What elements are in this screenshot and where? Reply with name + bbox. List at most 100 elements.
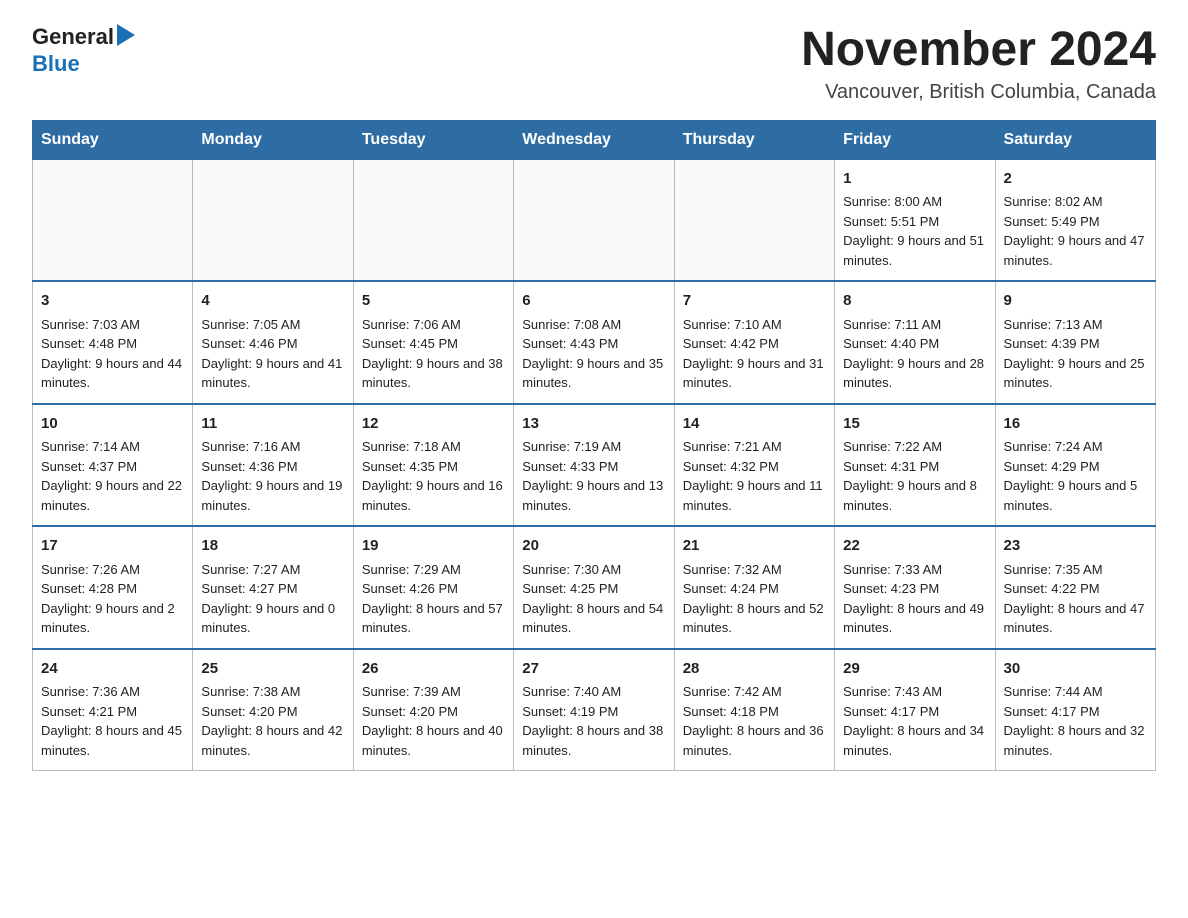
day-number: 28 (683, 658, 826, 681)
calendar-cell: 10Sunrise: 7:14 AM Sunset: 4:37 PM Dayli… (33, 404, 193, 527)
calendar-cell: 23Sunrise: 7:35 AM Sunset: 4:22 PM Dayli… (995, 526, 1155, 649)
day-number: 25 (201, 658, 344, 681)
calendar-table: SundayMondayTuesdayWednesdayThursdayFrid… (32, 120, 1156, 772)
day-info: Sunrise: 7:16 AM Sunset: 4:36 PM Dayligh… (201, 437, 344, 515)
calendar-cell: 30Sunrise: 7:44 AM Sunset: 4:17 PM Dayli… (995, 649, 1155, 771)
day-number: 22 (843, 535, 986, 558)
calendar-row: 1Sunrise: 8:00 AM Sunset: 5:51 PM Daylig… (33, 159, 1156, 281)
day-info: Sunrise: 7:33 AM Sunset: 4:23 PM Dayligh… (843, 560, 986, 638)
day-info: Sunrise: 7:42 AM Sunset: 4:18 PM Dayligh… (683, 682, 826, 760)
day-number: 16 (1004, 413, 1147, 436)
day-info: Sunrise: 7:35 AM Sunset: 4:22 PM Dayligh… (1004, 560, 1147, 638)
weekday-header-friday: Friday (835, 120, 995, 159)
calendar-cell: 5Sunrise: 7:06 AM Sunset: 4:45 PM Daylig… (353, 281, 513, 404)
day-number: 1 (843, 168, 986, 191)
calendar-cell: 7Sunrise: 7:10 AM Sunset: 4:42 PM Daylig… (674, 281, 834, 404)
day-number: 11 (201, 413, 344, 436)
calendar-cell (193, 159, 353, 281)
calendar-cell: 9Sunrise: 7:13 AM Sunset: 4:39 PM Daylig… (995, 281, 1155, 404)
day-number: 29 (843, 658, 986, 681)
day-info: Sunrise: 7:40 AM Sunset: 4:19 PM Dayligh… (522, 682, 665, 760)
calendar-cell: 14Sunrise: 7:21 AM Sunset: 4:32 PM Dayli… (674, 404, 834, 527)
calendar-cell: 26Sunrise: 7:39 AM Sunset: 4:20 PM Dayli… (353, 649, 513, 771)
logo-blue: Blue (32, 51, 80, 77)
calendar-cell (353, 159, 513, 281)
logo-triangle-icon (117, 24, 135, 46)
day-number: 10 (41, 413, 184, 436)
calendar-cell: 6Sunrise: 7:08 AM Sunset: 4:43 PM Daylig… (514, 281, 674, 404)
day-info: Sunrise: 7:18 AM Sunset: 4:35 PM Dayligh… (362, 437, 505, 515)
day-info: Sunrise: 7:06 AM Sunset: 4:45 PM Dayligh… (362, 315, 505, 393)
day-number: 9 (1004, 290, 1147, 313)
day-number: 24 (41, 658, 184, 681)
calendar-cell (33, 159, 193, 281)
day-number: 27 (522, 658, 665, 681)
day-number: 19 (362, 535, 505, 558)
day-number: 26 (362, 658, 505, 681)
calendar-row: 24Sunrise: 7:36 AM Sunset: 4:21 PM Dayli… (33, 649, 1156, 771)
day-number: 15 (843, 413, 986, 436)
calendar-cell: 8Sunrise: 7:11 AM Sunset: 4:40 PM Daylig… (835, 281, 995, 404)
calendar-cell: 27Sunrise: 7:40 AM Sunset: 4:19 PM Dayli… (514, 649, 674, 771)
day-info: Sunrise: 7:32 AM Sunset: 4:24 PM Dayligh… (683, 560, 826, 638)
calendar-cell: 2Sunrise: 8:02 AM Sunset: 5:49 PM Daylig… (995, 159, 1155, 281)
month-title: November 2024 (801, 24, 1156, 77)
day-info: Sunrise: 7:43 AM Sunset: 4:17 PM Dayligh… (843, 682, 986, 760)
calendar-cell: 12Sunrise: 7:18 AM Sunset: 4:35 PM Dayli… (353, 404, 513, 527)
calendar-cell: 22Sunrise: 7:33 AM Sunset: 4:23 PM Dayli… (835, 526, 995, 649)
logo: General Blue (32, 24, 135, 77)
weekday-header-saturday: Saturday (995, 120, 1155, 159)
day-number: 18 (201, 535, 344, 558)
calendar-row: 10Sunrise: 7:14 AM Sunset: 4:37 PM Dayli… (33, 404, 1156, 527)
weekday-header-wednesday: Wednesday (514, 120, 674, 159)
logo-general: General (32, 25, 114, 49)
calendar-row: 17Sunrise: 7:26 AM Sunset: 4:28 PM Dayli… (33, 526, 1156, 649)
day-info: Sunrise: 7:44 AM Sunset: 4:17 PM Dayligh… (1004, 682, 1147, 760)
weekday-header-monday: Monday (193, 120, 353, 159)
weekday-header-sunday: Sunday (33, 120, 193, 159)
calendar-cell: 13Sunrise: 7:19 AM Sunset: 4:33 PM Dayli… (514, 404, 674, 527)
calendar-cell (514, 159, 674, 281)
day-number: 4 (201, 290, 344, 313)
calendar-cell: 1Sunrise: 8:00 AM Sunset: 5:51 PM Daylig… (835, 159, 995, 281)
calendar-cell (674, 159, 834, 281)
day-info: Sunrise: 7:22 AM Sunset: 4:31 PM Dayligh… (843, 437, 986, 515)
day-number: 5 (362, 290, 505, 313)
header-right: November 2024 Vancouver, British Columbi… (801, 24, 1156, 104)
calendar-cell: 28Sunrise: 7:42 AM Sunset: 4:18 PM Dayli… (674, 649, 834, 771)
weekday-header-thursday: Thursday (674, 120, 834, 159)
calendar-cell: 17Sunrise: 7:26 AM Sunset: 4:28 PM Dayli… (33, 526, 193, 649)
calendar-cell: 24Sunrise: 7:36 AM Sunset: 4:21 PM Dayli… (33, 649, 193, 771)
day-info: Sunrise: 7:05 AM Sunset: 4:46 PM Dayligh… (201, 315, 344, 393)
day-number: 3 (41, 290, 184, 313)
calendar-cell: 19Sunrise: 7:29 AM Sunset: 4:26 PM Dayli… (353, 526, 513, 649)
day-info: Sunrise: 7:21 AM Sunset: 4:32 PM Dayligh… (683, 437, 826, 515)
day-number: 8 (843, 290, 986, 313)
day-info: Sunrise: 7:38 AM Sunset: 4:20 PM Dayligh… (201, 682, 344, 760)
day-info: Sunrise: 7:29 AM Sunset: 4:26 PM Dayligh… (362, 560, 505, 638)
day-info: Sunrise: 7:39 AM Sunset: 4:20 PM Dayligh… (362, 682, 505, 760)
calendar-cell: 18Sunrise: 7:27 AM Sunset: 4:27 PM Dayli… (193, 526, 353, 649)
calendar-cell: 25Sunrise: 7:38 AM Sunset: 4:20 PM Dayli… (193, 649, 353, 771)
calendar-row: 3Sunrise: 7:03 AM Sunset: 4:48 PM Daylig… (33, 281, 1156, 404)
location: Vancouver, British Columbia, Canada (801, 81, 1156, 104)
day-number: 14 (683, 413, 826, 436)
day-number: 30 (1004, 658, 1147, 681)
calendar-cell: 4Sunrise: 7:05 AM Sunset: 4:46 PM Daylig… (193, 281, 353, 404)
day-info: Sunrise: 7:14 AM Sunset: 4:37 PM Dayligh… (41, 437, 184, 515)
weekday-header-tuesday: Tuesday (353, 120, 513, 159)
weekday-header-row: SundayMondayTuesdayWednesdayThursdayFrid… (33, 120, 1156, 159)
day-info: Sunrise: 7:30 AM Sunset: 4:25 PM Dayligh… (522, 560, 665, 638)
page-header: General Blue November 2024 Vancouver, Br… (32, 24, 1156, 104)
day-info: Sunrise: 7:03 AM Sunset: 4:48 PM Dayligh… (41, 315, 184, 393)
day-number: 13 (522, 413, 665, 436)
day-number: 6 (522, 290, 665, 313)
day-number: 20 (522, 535, 665, 558)
day-number: 2 (1004, 168, 1147, 191)
day-info: Sunrise: 7:19 AM Sunset: 4:33 PM Dayligh… (522, 437, 665, 515)
day-info: Sunrise: 7:24 AM Sunset: 4:29 PM Dayligh… (1004, 437, 1147, 515)
day-info: Sunrise: 7:11 AM Sunset: 4:40 PM Dayligh… (843, 315, 986, 393)
calendar-cell: 11Sunrise: 7:16 AM Sunset: 4:36 PM Dayli… (193, 404, 353, 527)
calendar-cell: 15Sunrise: 7:22 AM Sunset: 4:31 PM Dayli… (835, 404, 995, 527)
day-info: Sunrise: 7:13 AM Sunset: 4:39 PM Dayligh… (1004, 315, 1147, 393)
